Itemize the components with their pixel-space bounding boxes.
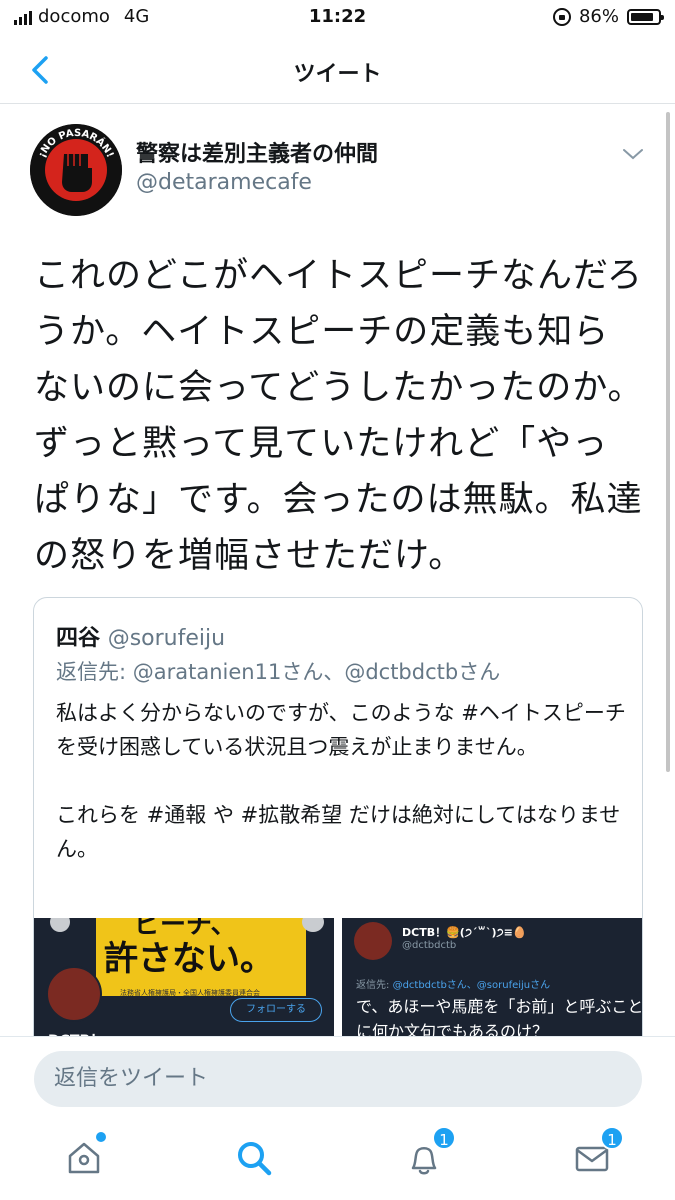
status-bar: docomo 4G 11:22 86% bbox=[0, 0, 675, 40]
fist-logo-icon: ¡NO PASARÁN! bbox=[30, 124, 122, 216]
page-title: ツイート bbox=[293, 62, 382, 87]
search-icon bbox=[238, 1142, 272, 1176]
tab-home[interactable] bbox=[60, 1132, 108, 1182]
home-unread-dot bbox=[96, 1132, 106, 1142]
battery-icon bbox=[627, 8, 664, 25]
carousel-arrow-icon bbox=[50, 918, 70, 932]
home-icon bbox=[68, 1142, 100, 1174]
follow-button: フォローする bbox=[230, 998, 322, 1022]
profile-picture bbox=[46, 966, 102, 1022]
reply-bar: 返信をツイート bbox=[0, 1036, 675, 1120]
quoted-tweet[interactable]: 四谷 @sorufeiju 返信先: @aratanien11さん、@dctbd… bbox=[33, 597, 643, 1067]
quoted-author: 四谷 @sorufeiju bbox=[56, 620, 225, 652]
avatar[interactable]: ¡NO PASARÁN! bbox=[30, 124, 122, 216]
tweet-menu-button[interactable] bbox=[622, 146, 644, 165]
messages-badge: 1 bbox=[600, 1126, 624, 1150]
poster-caption: 法務省人権擁護局・全国人権擁護委員連合会 bbox=[120, 989, 260, 997]
navigation-bar: ツイート bbox=[0, 40, 675, 104]
image-reply-to-users: @dctbdctbさん、@sorufeijuさん bbox=[392, 980, 551, 991]
reply-input[interactable]: 返信をツイート bbox=[34, 1051, 642, 1107]
quoted-body-paragraph-1: 私はよく分からないのですが、このような #ヘイトスピーチ を受け困惑している状況… bbox=[56, 701, 626, 759]
author-name[interactable]: 警察は差別主義者の仲間 bbox=[136, 136, 378, 168]
poster-text-main: 許さない。 bbox=[104, 939, 274, 979]
quoted-tweet-body: 私はよく分からないのですが、このような #ヘイトスピーチ を受け困惑している状況… bbox=[56, 696, 626, 866]
image-reply-to-label: 返信先: bbox=[356, 980, 390, 991]
more-icon bbox=[302, 918, 324, 932]
tab-messages[interactable]: 1 bbox=[568, 1126, 624, 1182]
battery-percent: 86% bbox=[578, 6, 619, 27]
image-tweet-handle: @dctbdctb bbox=[402, 940, 457, 951]
poster-text: ピーチ、 許さない。 bbox=[104, 918, 274, 979]
quoted-body-paragraph-2: これらを #通報 や #拡散希望 だけは絶対にしてはなりません。 bbox=[56, 803, 621, 861]
author-handle[interactable]: @detaramecafe bbox=[136, 170, 312, 195]
tab-bar: 1 1 bbox=[0, 1120, 675, 1200]
reply-to-label: 返信先: @aratanien11さん、@dctbdctbさん bbox=[56, 660, 501, 684]
status-right: 86% bbox=[552, 6, 664, 27]
quoted-author-name: 四谷 bbox=[56, 626, 101, 651]
scrollbar[interactable] bbox=[666, 112, 670, 772]
image-reply-to: 返信先: @dctbdctbさん、@sorufeijuさん bbox=[356, 976, 550, 991]
tab-search[interactable] bbox=[230, 1134, 278, 1182]
orientation-lock-icon bbox=[552, 7, 571, 26]
quoted-author-handle: @sorufeiju bbox=[107, 626, 226, 651]
image-tweet-author: DCTB！🍔(੭ˊ꒳ˋ)੭≡🥚 bbox=[402, 926, 527, 939]
profile-picture bbox=[354, 922, 392, 960]
tweet-text: これのどこがヘイトスピーチなんだろうか。ヘイトスピーチの定義も知らないのに会って… bbox=[34, 256, 644, 576]
notifications-badge: 1 bbox=[432, 1126, 456, 1150]
chevron-down-icon bbox=[623, 149, 643, 160]
tab-notifications[interactable]: 1 bbox=[400, 1126, 456, 1182]
